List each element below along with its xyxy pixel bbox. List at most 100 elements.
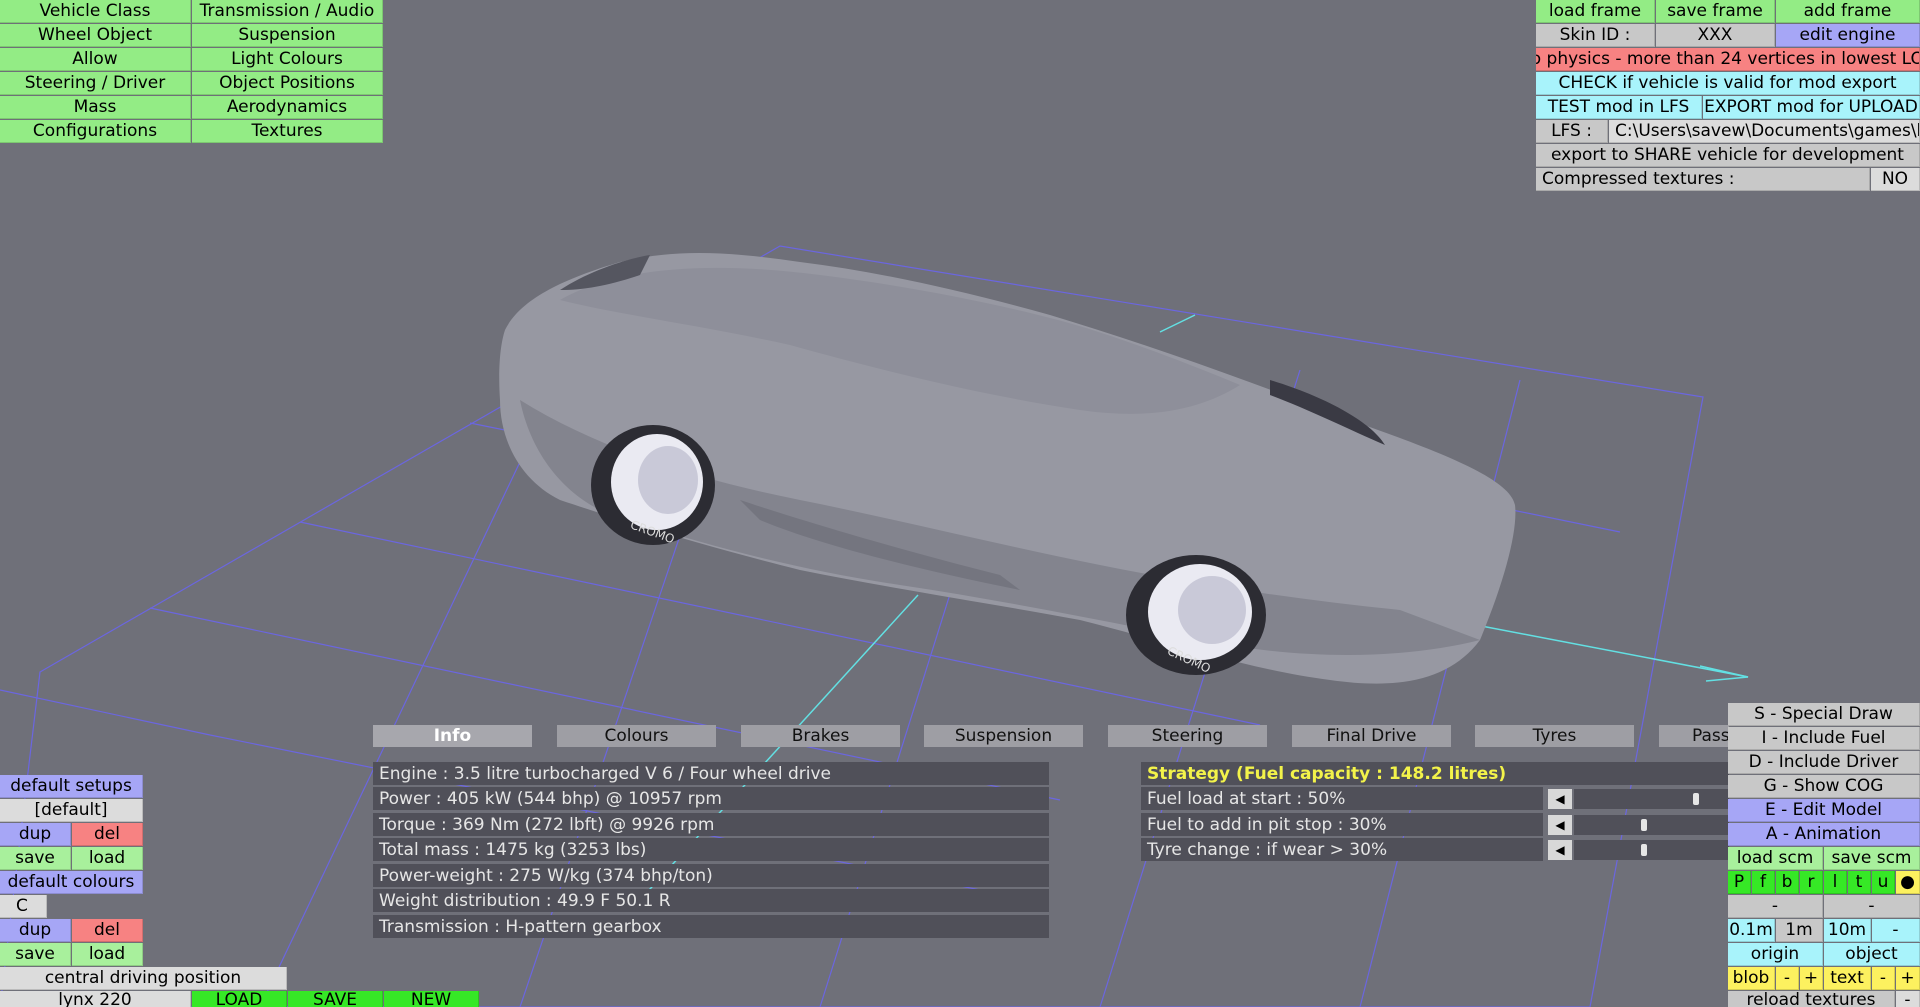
tyre-change-label: Tyre change : if wear > 30% <box>1141 838 1543 861</box>
pit-fuel-label: Fuel to add in pit stop : 30% <box>1141 813 1543 836</box>
reload-textures-dash-button[interactable]: - <box>1896 991 1920 1007</box>
tab-colours[interactable]: Colours <box>557 725 716 747</box>
colour-dup-button[interactable]: dup <box>0 919 71 942</box>
text-label: text <box>1824 967 1871 990</box>
tab-steering[interactable]: Steering <box>1108 725 1267 747</box>
lfs-path-field[interactable]: C:\Users\savew\Documents\games\lfs 0.7 <box>1609 120 1920 143</box>
tyre-change-decrease[interactable]: ◀ <box>1548 840 1572 860</box>
menu-mass[interactable]: Mass <box>0 96 191 119</box>
include-fuel-button[interactable]: I - Include Fuel <box>1728 727 1920 750</box>
menu-steering-driver[interactable]: Steering / Driver <box>0 72 191 95</box>
dash-left-button[interactable]: - <box>1728 895 1823 918</box>
colour-list-item[interactable]: C <box>0 895 47 918</box>
setup-save-button[interactable]: save <box>0 847 71 870</box>
letter-r-button[interactable]: r <box>1800 871 1823 894</box>
colour-del-button[interactable]: del <box>72 919 143 942</box>
edit-model-button[interactable]: E - Edit Model <box>1728 799 1920 822</box>
text-minus-button[interactable]: - <box>1872 967 1895 990</box>
letter-u-button[interactable]: u <box>1872 871 1895 894</box>
blob-minus-button[interactable]: - <box>1776 967 1799 990</box>
menu-wheel-object[interactable]: Wheel Object <box>0 24 191 47</box>
pit-fuel-thumb[interactable] <box>1641 819 1647 831</box>
dot-toggle-button[interactable]: ● <box>1896 871 1920 894</box>
default-colours-button[interactable]: default colours <box>0 871 143 894</box>
animation-button[interactable]: A - Animation <box>1728 823 1920 846</box>
letter-f-button[interactable]: f <box>1752 871 1775 894</box>
letter-b-button[interactable]: b <box>1776 871 1799 894</box>
menu-textures[interactable]: Textures <box>192 120 383 143</box>
info-transmission: Transmission : H-pattern gearbox <box>373 915 1049 938</box>
object-button[interactable]: object <box>1824 943 1920 966</box>
info-engine: Engine : 3.5 litre turbocharged V 6 / Fo… <box>373 762 1049 785</box>
test-mod-button[interactable]: TEST mod in LFS <box>1536 96 1702 119</box>
export-mod-button[interactable]: EXPORT mod for UPLOAD <box>1703 96 1920 119</box>
menu-suspension[interactable]: Suspension <box>192 24 383 47</box>
skin-id-label: Skin ID : <box>1536 24 1655 47</box>
tab-final-drive[interactable]: Final Drive <box>1292 725 1451 747</box>
info-total-mass: Total mass : 1475 kg (3253 lbs) <box>373 838 1049 861</box>
setup-load-button[interactable]: load <box>72 847 143 870</box>
check-valid-button[interactable]: CHECK if vehicle is valid for mod export <box>1536 72 1920 95</box>
load-frame-button[interactable]: load frame <box>1536 0 1655 23</box>
car-new-button[interactable]: NEW <box>384 991 479 1007</box>
pit-fuel-slider[interactable] <box>1574 815 1729 835</box>
setup-list-item-default[interactable]: [default] <box>0 799 143 822</box>
fuel-load-thumb[interactable] <box>1693 793 1699 805</box>
show-cog-button[interactable]: G - Show COG <box>1728 775 1920 798</box>
add-frame-button[interactable]: add frame <box>1776 0 1920 23</box>
menu-configurations[interactable]: Configurations <box>0 120 191 143</box>
tyre-change-slider[interactable] <box>1574 840 1729 860</box>
default-setups-button[interactable]: default setups <box>0 775 143 798</box>
colour-load-button[interactable]: load <box>72 943 143 966</box>
reload-textures-button[interactable]: reload textures <box>1728 991 1895 1007</box>
info-weight-distribution: Weight distribution : 49.9 F 50.1 R <box>373 889 1049 912</box>
menu-vehicle-class[interactable]: Vehicle Class <box>0 0 191 23</box>
blob-label: blob <box>1728 967 1775 990</box>
scale-10m-button[interactable]: 10m <box>1824 919 1871 942</box>
origin-button[interactable]: origin <box>1728 943 1823 966</box>
menu-allow[interactable]: Allow <box>0 48 191 71</box>
letter-t-button[interactable]: t <box>1848 871 1871 894</box>
edit-engine-button[interactable]: edit engine <box>1776 24 1920 47</box>
car-load-button[interactable]: LOAD <box>192 991 287 1007</box>
load-scm-button[interactable]: load scm <box>1728 847 1823 870</box>
text-plus-button[interactable]: + <box>1896 967 1920 990</box>
tyre-change-thumb[interactable] <box>1641 844 1647 856</box>
fuel-load-slider[interactable] <box>1574 789 1729 809</box>
blob-plus-button[interactable]: + <box>1800 967 1823 990</box>
skin-id-field[interactable]: XXX <box>1656 24 1775 47</box>
tab-info[interactable]: Info <box>373 725 532 747</box>
tab-suspension[interactable]: Suspension <box>924 725 1083 747</box>
info-torque: Torque : 369 Nm (272 lbft) @ 9926 rpm <box>373 813 1049 836</box>
menu-light-colours[interactable]: Light Colours <box>192 48 383 71</box>
export-share-button[interactable]: export to SHARE vehicle for development <box>1536 144 1920 167</box>
save-frame-button[interactable]: save frame <box>1656 0 1775 23</box>
dash-right-button[interactable]: - <box>1824 895 1920 918</box>
compressed-textures-toggle[interactable]: NO <box>1871 168 1920 191</box>
compressed-textures-label: Compressed textures : <box>1536 168 1870 191</box>
info-power: Power : 405 kW (544 bhp) @ 10957 rpm <box>373 787 1049 810</box>
letter-p-button[interactable]: P <box>1728 871 1751 894</box>
setup-dup-button[interactable]: dup <box>0 823 71 846</box>
fuel-load-decrease[interactable]: ◀ <box>1548 789 1572 809</box>
scale-0-1m-button[interactable]: 0.1m <box>1728 919 1775 942</box>
car-save-button[interactable]: SAVE <box>288 991 383 1007</box>
special-draw-button[interactable]: S - Special Draw <box>1728 703 1920 726</box>
menu-transmission-audio[interactable]: Transmission / Audio <box>192 0 383 23</box>
menu-aerodynamics[interactable]: Aerodynamics <box>192 96 383 119</box>
menu-object-positions[interactable]: Object Positions <box>192 72 383 95</box>
scale-dash-button[interactable]: - <box>1872 919 1920 942</box>
save-scm-button[interactable]: save scm <box>1824 847 1920 870</box>
tab-brakes[interactable]: Brakes <box>741 725 900 747</box>
strategy-title: Strategy (Fuel capacity : 148.2 litres) <box>1141 762 1729 785</box>
setup-del-button[interactable]: del <box>72 823 143 846</box>
scale-1m-button[interactable]: 1m <box>1776 919 1823 942</box>
letter-l-button[interactable]: l <box>1824 871 1847 894</box>
tab-tyres[interactable]: Tyres <box>1475 725 1634 747</box>
central-driving-position-button[interactable]: central driving position <box>0 967 287 990</box>
car-name-field[interactable]: lynx 220 <box>0 991 191 1007</box>
tab-passengers[interactable]: Pass <box>1659 725 1730 747</box>
include-driver-button[interactable]: D - Include Driver <box>1728 751 1920 774</box>
colour-save-button[interactable]: save <box>0 943 71 966</box>
pit-fuel-decrease[interactable]: ◀ <box>1548 815 1572 835</box>
